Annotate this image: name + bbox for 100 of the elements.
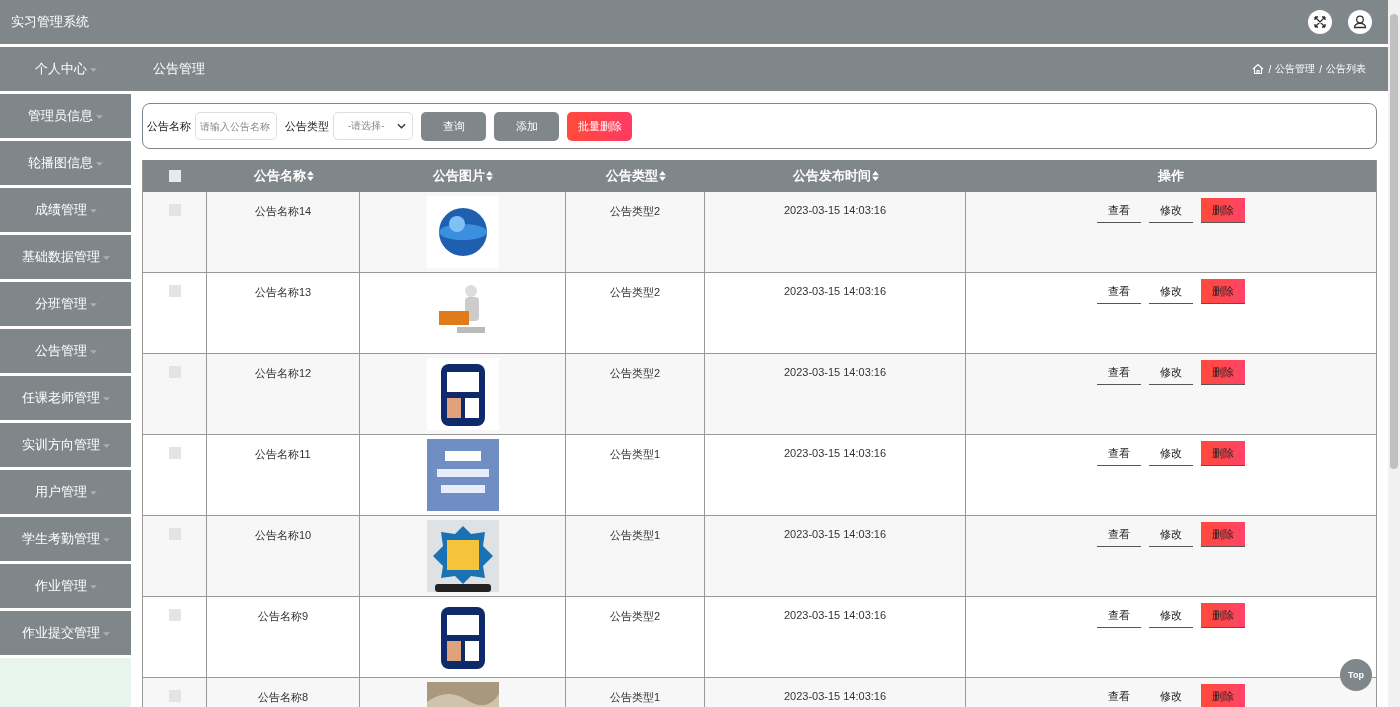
view-button[interactable]: 查看 — [1097, 603, 1141, 628]
edit-button[interactable]: 修改 — [1149, 441, 1193, 466]
table-cell: 公告类型2 — [609, 609, 661, 624]
sidebar-item[interactable]: 学生考勤管理 — [0, 517, 131, 561]
view-button[interactable]: 查看 — [1097, 279, 1141, 304]
caret-icon — [102, 397, 110, 401]
sidebar-item[interactable]: 作业提交管理 — [0, 611, 131, 655]
table-cell: 2023-03-15 14:03:16 — [783, 690, 887, 702]
edit-button[interactable]: 修改 — [1149, 360, 1193, 385]
table-cell: 公告类型2 — [609, 366, 661, 381]
page-title: 公告管理 — [153, 60, 205, 78]
view-button[interactable]: 查看 — [1097, 360, 1141, 385]
sidebar-item[interactable]: 轮播图信息 — [0, 141, 131, 185]
table-cell: 2023-03-15 14:03:16 — [783, 528, 887, 540]
table-cell: 公告类型1 — [609, 528, 661, 543]
caret-icon — [102, 632, 110, 636]
app-title: 实习管理系统 — [11, 13, 89, 31]
table-cell: 公告名称13 — [254, 285, 312, 300]
caret-icon — [89, 68, 97, 72]
checkbox[interactable] — [168, 285, 181, 297]
table-cell: 2023-03-15 14:03:16 — [783, 447, 887, 459]
sidebar-item[interactable]: 个人中心 — [0, 47, 131, 91]
delete-button[interactable]: 删除 — [1201, 522, 1245, 547]
table-cell: 公告名称10 — [254, 528, 312, 543]
table-cell: 公告类型2 — [609, 204, 661, 219]
table-cell: 公告名称14 — [254, 204, 312, 219]
column-header[interactable]: 公告名称 — [253, 167, 306, 185]
caret-icon — [89, 209, 97, 213]
edit-button[interactable]: 修改 — [1149, 279, 1193, 304]
caret-icon — [89, 491, 97, 495]
view-button[interactable]: 查看 — [1097, 684, 1141, 707]
table-cell: 2023-03-15 14:03:16 — [783, 609, 887, 621]
search-button[interactable]: 添加 — [494, 111, 559, 141]
checkbox[interactable] — [169, 170, 181, 182]
caret-icon — [89, 303, 97, 307]
back-to-top-button[interactable]: Top — [1340, 659, 1372, 691]
caret-icon — [102, 256, 110, 260]
table-cell: 公告名称8 — [257, 690, 309, 705]
type-select[interactable]: -请选择- — [333, 112, 413, 140]
user-icon[interactable] — [1348, 10, 1372, 34]
view-button[interactable]: 查看 — [1097, 198, 1141, 223]
table-cell: 公告类型2 — [609, 285, 661, 300]
sidebar-item[interactable]: 分班管理 — [0, 282, 131, 326]
sidebar-item[interactable]: 用户管理 — [0, 470, 131, 514]
caret-icon — [96, 162, 103, 166]
sidebar-item[interactable]: 实训方向管理 — [0, 423, 131, 467]
home-icon[interactable] — [1252, 63, 1265, 75]
table-cell: 公告名称11 — [255, 447, 311, 462]
column-header[interactable]: 公告发布时间 — [792, 167, 871, 185]
sort-icon[interactable] — [871, 171, 879, 181]
table-cell: 公告类型1 — [609, 447, 661, 462]
table-cell: 公告名称9 — [257, 609, 309, 624]
delete-button[interactable]: 删除 — [1201, 279, 1245, 304]
search-button[interactable]: 批量删除 — [567, 111, 632, 141]
sidebar-item[interactable]: 基础数据管理 — [0, 235, 131, 279]
sort-icon[interactable] — [306, 171, 314, 181]
edit-button[interactable]: 修改 — [1149, 684, 1193, 707]
sidebar-item[interactable]: 任课老师管理 — [0, 376, 131, 420]
sort-icon[interactable] — [486, 171, 493, 181]
name-input[interactable]: 请输入公告名称 — [195, 112, 277, 140]
scrollbar[interactable] — [1388, 0, 1400, 707]
table-cell: 2023-03-15 14:03:16 — [783, 366, 887, 378]
caret-icon — [102, 444, 110, 448]
caret-icon — [397, 123, 406, 129]
column-header[interactable]: 公告类型 — [605, 167, 658, 185]
table-cell: 公告名称12 — [254, 366, 312, 381]
edit-button[interactable]: 修改 — [1149, 603, 1193, 628]
delete-button[interactable]: 删除 — [1201, 441, 1245, 466]
caret-icon — [96, 115, 103, 119]
breadcrumb-item[interactable]: 公告管理 — [1275, 62, 1316, 76]
search-button[interactable]: 查询 — [421, 111, 486, 141]
checkbox[interactable] — [168, 609, 181, 621]
delete-button[interactable]: 删除 — [1201, 603, 1245, 628]
field-label: 公告名称 — [147, 118, 191, 134]
sidebar-item[interactable]: 成绩管理 — [0, 188, 131, 232]
sort-icon[interactable] — [658, 171, 666, 181]
sidebar-item[interactable]: 公告管理 — [0, 329, 131, 373]
caret-icon — [89, 585, 97, 589]
column-header[interactable]: 公告图片 — [433, 167, 485, 185]
delete-button[interactable]: 删除 — [1201, 684, 1245, 707]
breadcrumb-separator: / — [1268, 63, 1272, 75]
checkbox[interactable] — [168, 447, 181, 459]
column-header: 操作 — [1158, 167, 1184, 185]
breadcrumb-item: 公告列表 — [1326, 62, 1366, 76]
table-cell: 公告类型1 — [609, 690, 661, 705]
edit-button[interactable]: 修改 — [1149, 522, 1193, 547]
breadcrumb-separator: / — [1319, 63, 1322, 75]
sidebar-item[interactable]: 作业管理 — [0, 564, 131, 608]
table-cell: 2023-03-15 14:03:16 — [783, 204, 887, 216]
edit-button[interactable]: 修改 — [1149, 198, 1193, 223]
field-label: 公告类型 — [285, 118, 329, 134]
delete-button[interactable]: 删除 — [1201, 360, 1245, 385]
view-button[interactable]: 查看 — [1097, 522, 1141, 547]
caret-icon — [102, 538, 110, 542]
sidebar-item[interactable]: 管理员信息 — [0, 94, 131, 138]
fullscreen-icon[interactable] — [1308, 10, 1332, 34]
delete-button[interactable]: 删除 — [1201, 198, 1245, 223]
view-button[interactable]: 查看 — [1097, 441, 1141, 466]
table-cell: 2023-03-15 14:03:16 — [783, 285, 887, 297]
caret-icon — [89, 350, 97, 354]
